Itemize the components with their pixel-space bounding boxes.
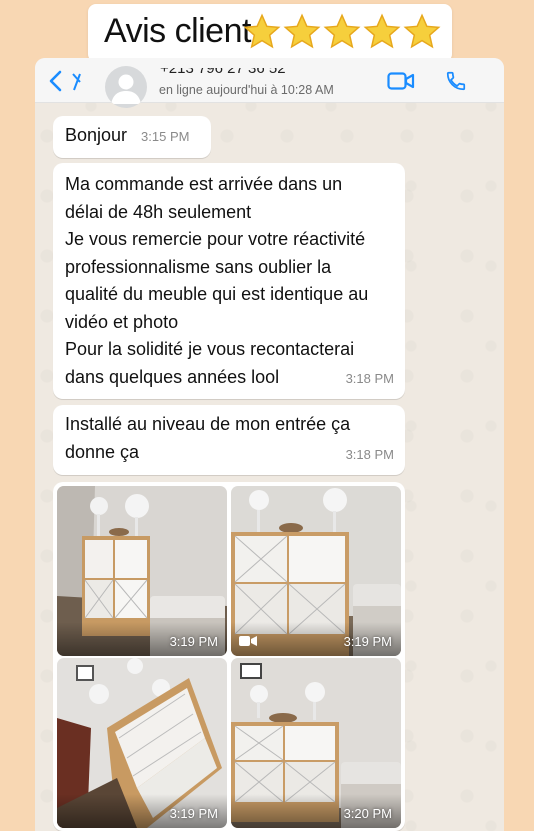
message-time: 3:18 PM [345,370,394,386]
chat-window: +213 796 27 36 52 en ligne aujourd'hui à… [35,58,504,831]
video-thumbnail[interactable]: 3:19 PM [231,486,401,656]
star-rating [242,12,442,52]
chat-header: +213 796 27 36 52 en ligne aujourd'hui à… [35,58,504,108]
message-text: Ma commande est arrivée dans un délai de… [65,174,369,387]
contact-status: en ligne aujourd'hui à 10:28 AM [159,83,334,97]
contact-name[interactable]: +213 796 27 36 52 [160,68,286,77]
star-icon [403,13,441,49]
message-bubble[interactable]: Bonjour 3:15 PM [53,116,211,158]
review-label-text: Avis client [104,12,251,50]
star-icon [243,13,281,49]
review-label: Avis client [88,4,452,62]
media-bubble: 3:19 PM 3:19 PM 3:19 PM 3:20 PM [53,482,405,831]
media-time: 3:19 PM [169,634,218,649]
photo-thumbnail[interactable]: 3:19 PM [57,658,227,828]
media-time: 3:20 PM [343,806,392,821]
message-bubble[interactable]: Installé au niveau de mon entrée ça donn… [53,405,405,475]
default-avatar-icon [111,74,141,104]
phone-icon[interactable] [445,70,467,92]
star-icon [323,13,361,49]
star-icon [283,13,321,49]
back-icon[interactable] [47,70,63,92]
avatar[interactable] [105,66,147,108]
video-camera-icon [239,636,257,646]
message-time: 3:15 PM [141,129,190,144]
star-icon [363,13,401,49]
media-time: 3:19 PM [169,806,218,821]
unread-count-icon [72,73,81,91]
media-time: 3:19 PM [343,634,392,649]
message-time: 3:18 PM [345,446,394,462]
video-call-icon[interactable] [387,72,415,90]
message-text: Bonjour [65,125,128,145]
message-text: Installé au niveau de mon entrée ça donn… [65,414,351,462]
photo-thumbnail[interactable]: 3:19 PM [57,486,227,656]
message-bubble[interactable]: Ma commande est arrivée dans un délai de… [53,163,405,399]
photo-thumbnail[interactable]: 3:20 PM [231,658,401,828]
